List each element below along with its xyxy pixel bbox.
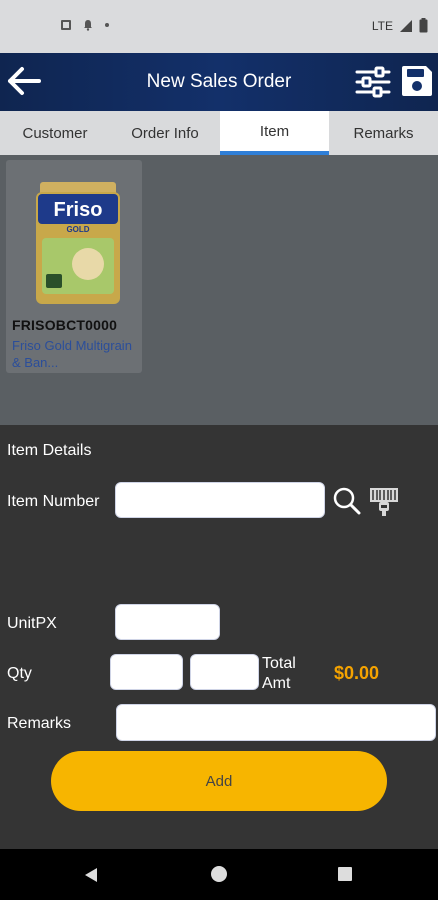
- nav-recents-button[interactable]: [336, 865, 354, 883]
- tab-bar: Customer Order Info Item Remarks: [0, 111, 438, 155]
- item-code: FRISOBCT0000: [12, 317, 118, 333]
- item-description: Friso Gold Multigrain & Ban...: [12, 338, 132, 370]
- tab-customer[interactable]: Customer: [0, 111, 110, 155]
- item-card[interactable]: Friso GOLD FRISOBCT0000 Friso Gold Multi…: [6, 160, 142, 373]
- total-amt-label-line1: Total: [262, 655, 296, 672]
- status-icons-left: [60, 19, 110, 31]
- tab-item[interactable]: Item: [220, 111, 329, 155]
- triangle-back-icon: [85, 868, 97, 882]
- unit-px-label: UnitPX: [7, 615, 57, 632]
- barcode-scan-button[interactable]: [368, 485, 400, 517]
- battery-icon: [419, 18, 428, 33]
- qty-input-1[interactable]: [110, 654, 183, 690]
- filter-button[interactable]: [354, 63, 392, 101]
- item-number-input[interactable]: [115, 482, 325, 518]
- status-icons-right: LTE: [372, 18, 428, 33]
- qty-input-2[interactable]: [190, 654, 259, 690]
- network-type-label: LTE: [371, 18, 393, 33]
- notification-bell-icon: [84, 20, 92, 31]
- item-details-panel: Item Details Item Number UnitPX Qty Tota…: [0, 425, 438, 849]
- system-nav-bar: [0, 849, 438, 900]
- square-recents-icon: [338, 867, 352, 881]
- total-amt-value: $0.00: [334, 663, 380, 683]
- sliders-icon: [355, 66, 391, 98]
- signal-icon: [400, 19, 412, 32]
- add-button[interactable]: Add: [51, 751, 387, 811]
- nav-back-button[interactable]: [80, 865, 102, 885]
- remarks-label: Remarks: [7, 715, 72, 732]
- photo-icon: [61, 20, 71, 30]
- remarks-input[interactable]: [116, 704, 436, 741]
- status-bar: LTE: [0, 0, 438, 53]
- item-number-label: Item Number: [7, 493, 100, 510]
- product-image: Friso GOLD: [36, 182, 120, 304]
- app-bar: New Sales Order: [0, 53, 438, 111]
- item-grid: Friso GOLD FRISOBCT0000 Friso Gold Multi…: [0, 155, 438, 425]
- unit-px-input[interactable]: [115, 604, 220, 640]
- dot-icon: [105, 23, 109, 27]
- total-amt-label: Total Amt: [262, 654, 296, 694]
- total-amt-label-line2: Amt: [262, 675, 291, 692]
- nav-home-button[interactable]: [209, 864, 229, 884]
- circle-home-icon: [211, 866, 227, 882]
- floppy-disk-icon: [402, 66, 432, 96]
- search-button[interactable]: [333, 485, 361, 515]
- qty-label: Qty: [7, 665, 32, 682]
- tab-order-info[interactable]: Order Info: [110, 111, 220, 155]
- barcode-scanner-icon: [370, 488, 398, 516]
- save-button[interactable]: [399, 63, 435, 99]
- product-brand-text: Friso: [54, 199, 103, 221]
- product-subtitle-text: GOLD: [66, 225, 89, 234]
- search-icon: [333, 487, 361, 515]
- item-details-heading: Item Details: [7, 442, 92, 459]
- tab-remarks[interactable]: Remarks: [329, 111, 438, 155]
